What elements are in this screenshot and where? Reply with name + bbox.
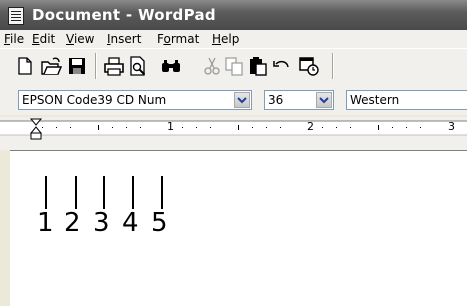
- open-icon: [41, 57, 62, 75]
- document-digit: 4: [122, 208, 139, 238]
- script-combo[interactable]: Western: [346, 90, 467, 110]
- save-icon: [69, 58, 85, 74]
- font-size-value: 36: [268, 93, 284, 107]
- open-button[interactable]: [40, 55, 62, 77]
- document-digit: 3: [93, 208, 110, 238]
- barcode-bar: [103, 176, 105, 209]
- standard-toolbar: [0, 48, 467, 84]
- barcode-bar: [45, 176, 47, 209]
- script-value: Western: [350, 93, 400, 107]
- ruler-number: 2: [307, 120, 314, 133]
- font-name-combo[interactable]: EPSON Code39 CD Num: [18, 90, 252, 110]
- ruler-number: 1: [167, 120, 174, 133]
- find-icon: [162, 60, 180, 72]
- new-button[interactable]: [14, 55, 36, 77]
- barcode-bar: [132, 176, 134, 209]
- barcode-bar: [75, 176, 77, 209]
- document-digit: 1: [37, 208, 54, 238]
- chevron-down-icon: [237, 97, 247, 104]
- undo-button[interactable]: [271, 55, 293, 77]
- save-button[interactable]: [66, 55, 88, 77]
- wordpad-window: Document - WordPad File Edit View Insert…: [0, 0, 467, 306]
- font-size-combo[interactable]: 36: [264, 90, 334, 110]
- find-button[interactable]: [160, 55, 182, 77]
- menu-view[interactable]: View: [66, 32, 94, 46]
- date-time-icon: [299, 57, 319, 76]
- copy-button[interactable]: [223, 55, 245, 77]
- window-title: Document - WordPad: [32, 6, 216, 24]
- menu-insert[interactable]: Insert: [107, 32, 141, 46]
- toolbar-separator: [95, 53, 96, 79]
- menu-format[interactable]: Format: [157, 32, 199, 46]
- font-name-value: EPSON Code39 CD Num: [22, 93, 167, 107]
- copy-icon: [225, 57, 243, 76]
- paste-button[interactable]: [247, 55, 269, 77]
- undo-icon: [273, 60, 289, 68]
- menu-bar: File Edit View Insert Format Help: [0, 30, 467, 48]
- date-time-button[interactable]: [298, 55, 320, 77]
- menu-file[interactable]: File: [4, 32, 24, 46]
- cut-button[interactable]: [201, 55, 223, 77]
- size-dropdown-button[interactable]: [316, 92, 332, 108]
- cut-icon: [204, 57, 220, 75]
- print-preview-icon: [130, 56, 146, 76]
- print-button[interactable]: [103, 55, 125, 77]
- toolbar-separator: [332, 53, 333, 79]
- wordpad-app-icon[interactable]: [8, 7, 24, 25]
- paste-icon: [250, 57, 267, 76]
- menu-help[interactable]: Help: [212, 32, 239, 46]
- print-preview-button[interactable]: [127, 55, 149, 77]
- document-digit: 2: [64, 208, 81, 238]
- font-dropdown-button[interactable]: [234, 92, 250, 108]
- barcode-bar: [161, 176, 163, 209]
- ruler-number: 3: [448, 120, 455, 133]
- format-bar: EPSON Code39 CD Num 36 Western: [0, 83, 467, 115]
- print-icon: [104, 57, 124, 76]
- document-digit: 5: [151, 208, 168, 238]
- chevron-down-icon: [319, 97, 329, 104]
- menu-edit[interactable]: Edit: [32, 32, 55, 46]
- title-bar[interactable]: Document - WordPad: [0, 0, 467, 30]
- ruler[interactable]: 1 2 3: [0, 117, 467, 150]
- new-icon: [18, 57, 32, 75]
- ruler-ticks: [0, 118, 467, 140]
- window-left-border: [0, 150, 10, 306]
